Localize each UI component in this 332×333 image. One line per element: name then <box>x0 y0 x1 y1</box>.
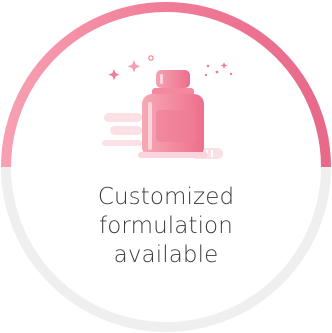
caption-line-1: Customized <box>97 184 235 210</box>
medicine-bottle-icon <box>102 55 233 159</box>
caption-line-2: formulation <box>99 213 233 239</box>
feature-card: Customized formulation available <box>0 0 332 333</box>
caption-line-3: available <box>113 242 219 268</box>
feature-caption: Customized formulation available <box>40 183 292 270</box>
